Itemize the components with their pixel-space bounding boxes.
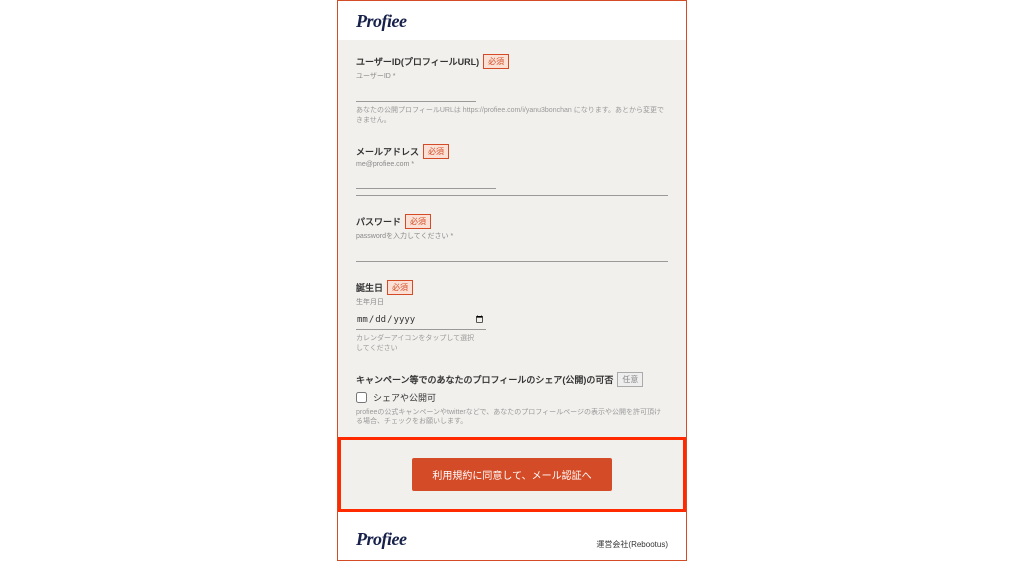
password-input[interactable] [356, 245, 668, 262]
birthdate-sublabel: 生年月日 [356, 297, 668, 307]
birthdate-input[interactable] [356, 310, 486, 330]
submit-button[interactable]: 利用規約に同意して、メール認証へ [412, 458, 611, 491]
share-checkbox[interactable] [356, 392, 367, 403]
password-label: パスワード [356, 215, 401, 228]
share-section: キャンペーン等でのあなたのプロフィールのシェア(公開)の可否 任意 シェアや公開… [356, 372, 668, 428]
registration-container: Profiee ユーザーID(プロフィールURL) 必須 ユーザーID * あな… [337, 0, 687, 561]
email-divider [356, 195, 668, 196]
user-id-help: あなたの公開プロフィールURLは https://profiee.com/i/y… [356, 106, 668, 126]
password-sublabel: passwordを入力してください * [356, 231, 668, 241]
birthdate-label: 誕生日 [356, 281, 383, 294]
required-badge: 必須 [423, 144, 449, 159]
password-section: パスワード 必須 passwordを入力してください * [356, 214, 668, 262]
email-label: メールアドレス [356, 145, 419, 158]
user-id-sublabel: ユーザーID * [356, 71, 668, 81]
brand-logo: Profiee [356, 11, 668, 32]
user-id-input[interactable] [356, 85, 476, 102]
spacer [338, 512, 686, 519]
required-badge: 必須 [483, 54, 509, 69]
share-label: キャンペーン等でのあなたのプロフィールのシェア(公開)の可否 [356, 373, 613, 386]
share-checkbox-label: シェアや公開可 [373, 391, 436, 404]
user-id-label: ユーザーID(プロフィールURL) [356, 55, 479, 68]
footer: Profiee 運営会社(Rebootus) [338, 519, 686, 560]
form-area: ユーザーID(プロフィールURL) 必須 ユーザーID * あなたの公開プロフィ… [338, 40, 686, 437]
footer-logo: Profiee [356, 529, 406, 550]
birthdate-help: カレンダーアイコンをタップして選択してください [356, 334, 476, 354]
optional-badge: 任意 [617, 372, 643, 387]
birthdate-section: 誕生日 必須 生年月日 カレンダーアイコンをタップして選択してください [356, 280, 668, 354]
email-section: メールアドレス 必須 me@profiee.com * [356, 144, 668, 196]
user-id-section: ユーザーID(プロフィールURL) 必須 ユーザーID * あなたの公開プロフィ… [356, 54, 668, 126]
required-badge: 必須 [405, 214, 431, 229]
share-help: profieeの公式キャンペーンやtwitterなどで、あなたのプロフィールペー… [356, 408, 668, 428]
header: Profiee [338, 1, 686, 40]
required-badge: 必須 [387, 280, 413, 295]
email-input[interactable] [356, 172, 496, 189]
email-sublabel: me@profiee.com * [356, 161, 668, 168]
submit-area: 利用規約に同意して、メール認証へ [338, 437, 686, 512]
footer-company: 運営会社(Rebootus) [596, 539, 668, 550]
